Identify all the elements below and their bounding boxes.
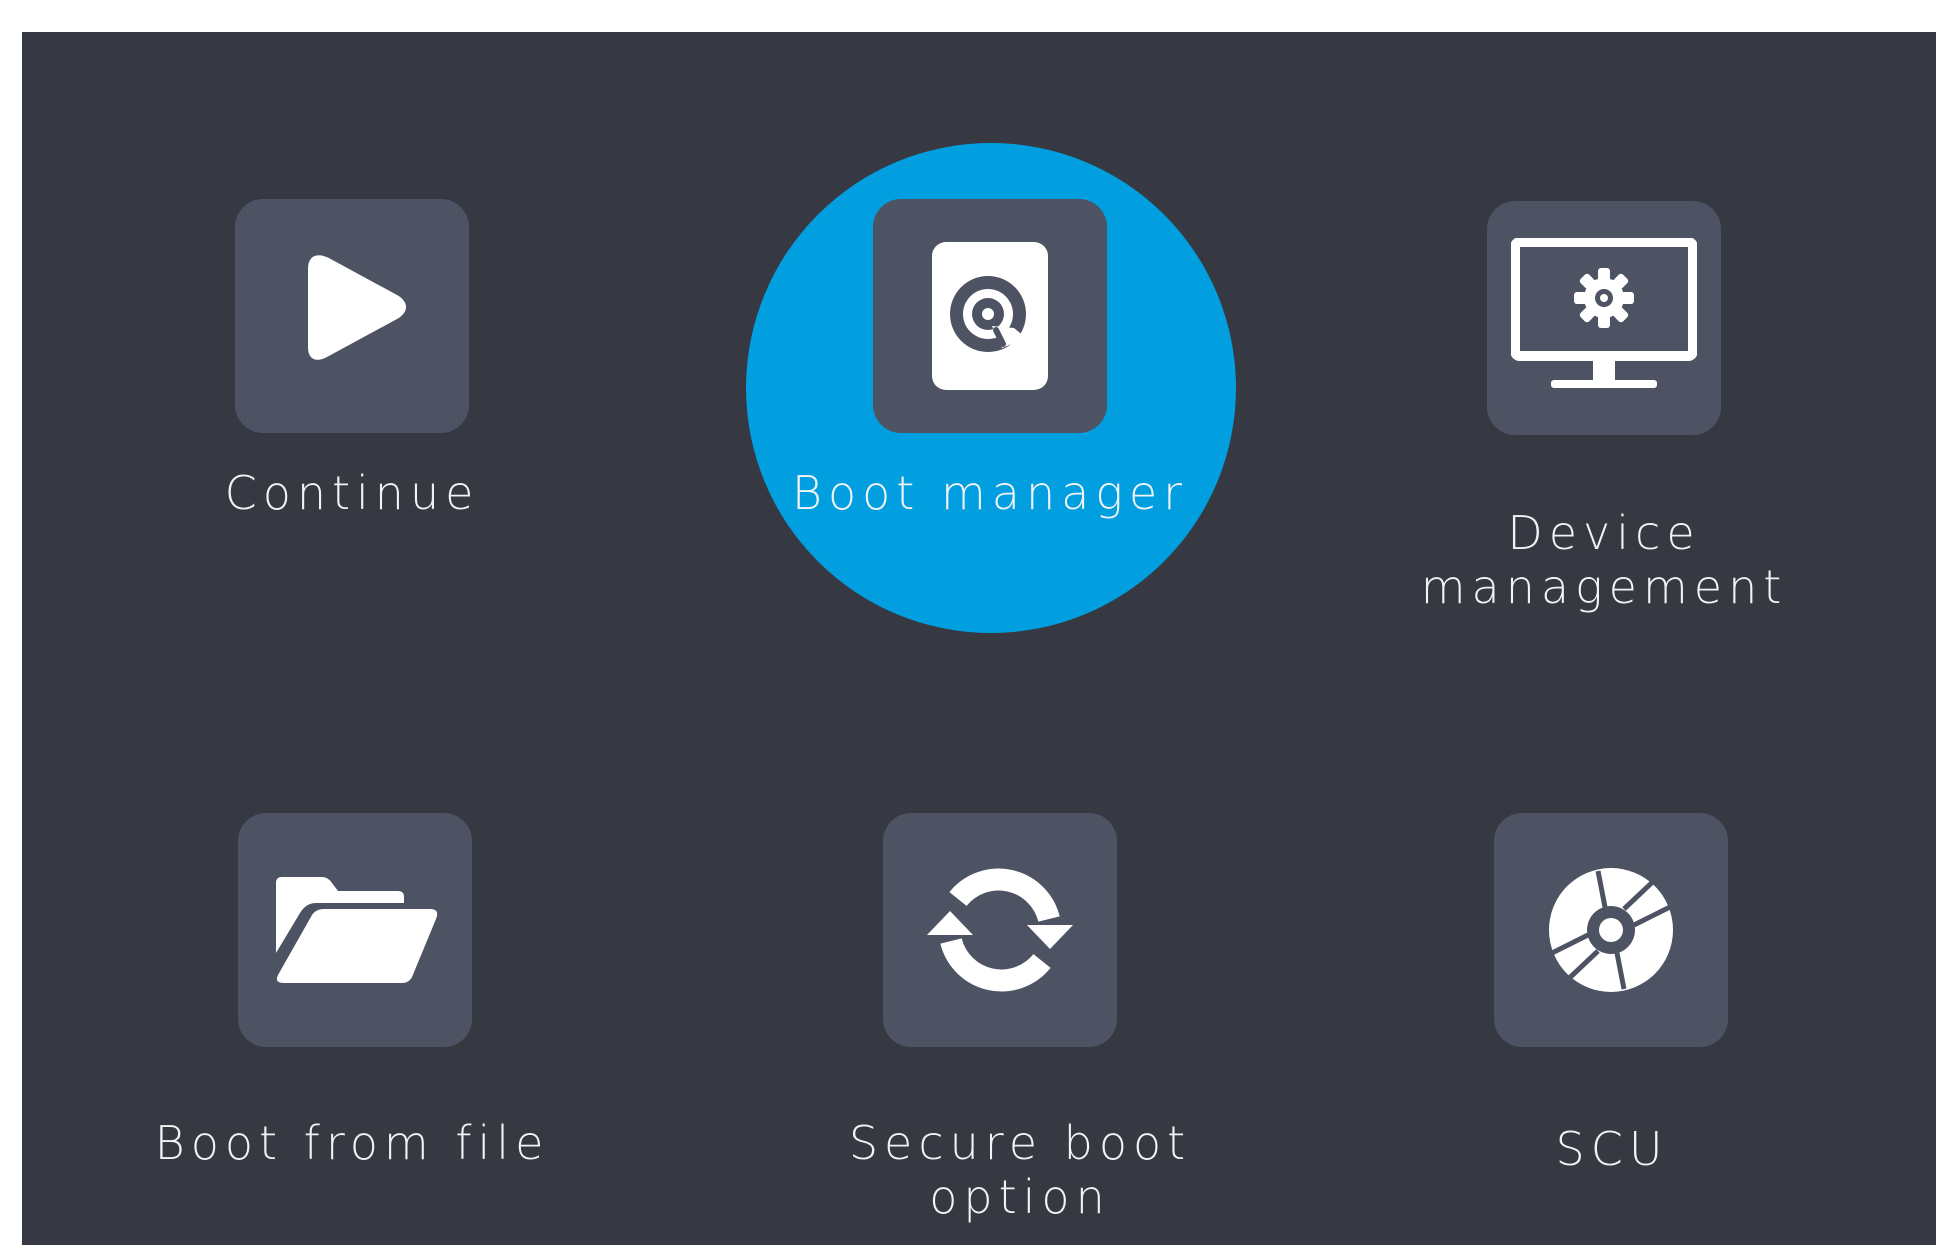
- continue-label: Continue: [224, 466, 480, 520]
- boot-manager-label: Boot manager: [791, 466, 1189, 520]
- boot-from-file-label: Boot from file: [154, 1116, 550, 1170]
- refresh-icon: [925, 865, 1075, 995]
- secure-boot-option-button[interactable]: [883, 813, 1117, 1047]
- boot-menu-panel: Continue Boot manager Device management …: [22, 32, 1936, 1245]
- disc-icon: [1548, 867, 1674, 993]
- play-icon: [292, 251, 412, 381]
- continue-button[interactable]: [235, 199, 469, 433]
- device-management-label: Device management: [1420, 506, 1788, 614]
- hard-disk-icon: [930, 240, 1050, 392]
- device-management-button[interactable]: [1487, 201, 1721, 435]
- boot-from-file-button[interactable]: [238, 813, 472, 1047]
- folder-open-icon: [270, 877, 440, 983]
- boot-manager-button[interactable]: [873, 199, 1107, 433]
- scu-label: SCU: [1555, 1122, 1669, 1176]
- secure-boot-option-label: Secure boot option: [848, 1116, 1192, 1224]
- monitor-gear-icon: [1511, 238, 1697, 398]
- scu-button[interactable]: [1494, 813, 1728, 1047]
